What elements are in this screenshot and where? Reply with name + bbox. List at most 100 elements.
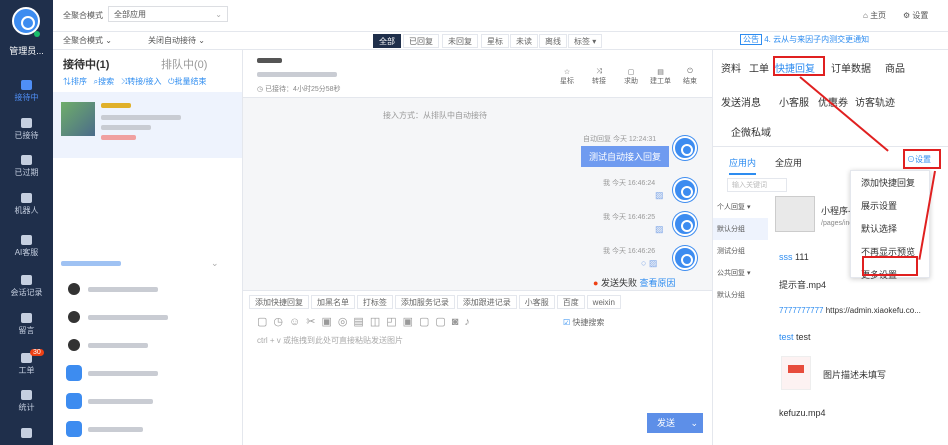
group-public[interactable]: 公共回复 ▾ <box>713 262 768 284</box>
session-avatar <box>61 102 95 136</box>
rail-item-more[interactable] <box>0 428 53 440</box>
group-default[interactable]: 默认分组 <box>713 218 768 240</box>
list-item[interactable] <box>53 275 242 303</box>
star-button[interactable]: ☆ 星标 <box>560 68 574 86</box>
rail-item-ai[interactable]: AI客服 <box>0 235 53 258</box>
composer-tools[interactable]: ▢◷☺✂▣◎▤◫◰▣▢▢◙♪ <box>257 315 476 328</box>
transfer-button[interactable]: ⤨转接/接入 <box>121 77 162 86</box>
list-item[interactable] <box>53 303 242 331</box>
reply-item[interactable]: sss 111 <box>779 252 809 262</box>
rail-item-ticket[interactable]: 工单 30 <box>0 349 53 376</box>
search-button[interactable]: ⌕搜索 <box>94 77 114 86</box>
search-input[interactable]: 输入关键词 <box>727 178 787 192</box>
list-actions: ⇅排序 ⌕搜索 ⤨转接/接入 ⏻批量结束 <box>63 76 206 87</box>
auto-receive-select[interactable]: 关闭自动接待 ⌄ <box>148 33 205 49</box>
chevron-down-icon: ⌄ <box>215 10 222 19</box>
more-icon <box>21 428 32 438</box>
group-header[interactable]: ⌄ <box>61 258 219 268</box>
composer-toolbar: 添加快捷回复 加黑名单 打标签 添加服务记录 添加跟进记录 小客服 百度 wei… <box>249 295 621 309</box>
filter-offline[interactable]: 离线 <box>539 34 567 48</box>
add-quick-reply-button[interactable]: 添加快捷回复 <box>249 295 309 309</box>
mode-select[interactable]: 全聚合模式 ⌄ <box>63 33 112 49</box>
rail-item-records[interactable]: 会话记录 <box>0 275 53 298</box>
group-personal[interactable]: 个人回复 ▾ <box>713 196 768 218</box>
rail-item-received[interactable]: 已接待 <box>0 118 53 141</box>
sort-button[interactable]: ⇅排序 <box>63 77 87 86</box>
chevron-down-icon: ⌄ <box>690 418 698 428</box>
app-select[interactable]: 全部应用 ⌄ <box>108 6 228 22</box>
top-bar: 全聚合模式 全部应用 ⌄ ⌂ 主页 ⚙ 设置 <box>53 0 948 32</box>
group-default-public[interactable]: 默认分组 <box>713 284 768 306</box>
rail-item-robot[interactable]: 机器人 <box>0 193 53 216</box>
tab-receiving[interactable]: 接待中(1) <box>63 56 109 72</box>
chat-header: ◷ 已接待：4小时25分58秒 ☆ 星标 ⤨ 转接 ▢ 求助 ▤ 建工单 ⏻ 结束 <box>243 50 712 98</box>
filter-starred[interactable]: 星标 <box>481 34 509 48</box>
tag-button[interactable]: 打标签 <box>356 295 393 309</box>
image-icon[interactable]: ▨ <box>655 190 664 201</box>
followup-record-button[interactable]: 添加跟进记录 <box>456 295 517 309</box>
reply-item[interactable]: 图片描述未填写 <box>823 368 886 381</box>
message-input[interactable]: ctrl + v 或拖拽到此处可直接粘贴发送图片 <box>257 335 403 346</box>
subtab-in-app[interactable]: 应用内 <box>729 156 757 175</box>
home-link[interactable]: ⌂ 主页 <box>863 8 886 24</box>
username[interactable]: 管理员... <box>0 44 53 57</box>
session-list-panel: 接待中(1) 排队中(0) ⇅排序 ⌕搜索 ⤨转接/接入 ⏻批量结束 ⌄ <box>53 50 243 445</box>
quick-search-checkbox[interactable]: ☑ 快捷搜索 <box>563 317 604 328</box>
settings-link[interactable]: ⚙ 设置 <box>903 8 928 24</box>
system-message: 接入方式：从排队中自动接待 <box>383 111 487 120</box>
list-item[interactable] <box>53 359 242 387</box>
batch-end-button[interactable]: ⏻批量结束 <box>168 77 206 86</box>
tab-ticket[interactable]: 工单 <box>749 60 769 75</box>
blacklist-button[interactable]: 加黑名单 <box>310 295 355 309</box>
create-ticket-button[interactable]: ▤ 建工单 <box>650 68 671 86</box>
tab-profile[interactable]: 资料 <box>721 60 741 75</box>
rail-item-receiving[interactable]: 接待中 <box>0 80 53 103</box>
tab-mini-service[interactable]: 小客服 <box>779 94 809 109</box>
list-item[interactable] <box>53 415 242 443</box>
help-button[interactable]: ▢ 求助 <box>624 68 638 86</box>
filter-unread[interactable]: 未读 <box>510 34 538 48</box>
reply-item[interactable]: 提示音.mp4 <box>779 278 826 291</box>
menu-item-add-quick-reply[interactable]: 添加快捷回复 <box>851 171 929 194</box>
tab-order[interactable]: 订单数据 <box>831 60 871 75</box>
highlight-more-settings <box>862 256 918 276</box>
filter-tags[interactable]: 标签 ▾ <box>568 34 603 48</box>
tab-queue[interactable]: 排队中(0) <box>161 56 207 72</box>
image-icon[interactable]: ▨ <box>655 224 664 235</box>
filter-all[interactable]: 全部 <box>373 34 401 48</box>
menu-item-default-select[interactable]: 默认选择 <box>851 217 929 240</box>
reply-item[interactable]: kefuzu.mp4 <box>779 408 826 418</box>
rail-item-stats[interactable]: 统计 <box>0 390 53 413</box>
active-session-item[interactable] <box>53 92 242 158</box>
group-test[interactable]: 测试分组 <box>713 240 768 262</box>
tab-send-message[interactable]: 发送消息 <box>721 94 761 109</box>
ai-icon <box>21 235 32 245</box>
rail-item-messages[interactable]: 留言 <box>0 313 53 336</box>
chat-icon <box>21 80 32 90</box>
mini-service-button[interactable]: 小客服 <box>518 295 555 309</box>
list-item[interactable] <box>53 387 242 415</box>
notice-tag: 公告 <box>740 34 762 45</box>
rail-item-expired[interactable]: 已过期 <box>0 155 53 178</box>
menu-item-display-settings[interactable]: 展示设置 <box>851 194 929 217</box>
tab-wecom[interactable]: 企微私域 <box>731 124 771 139</box>
send-fail-status: ● 发送失败 查看原因 <box>593 278 676 288</box>
service-record-button[interactable]: 添加服务记录 <box>394 295 455 309</box>
session-timer: ◷ 已接待：4小时25分58秒 <box>257 86 341 93</box>
view-reason-link[interactable]: 查看原因 <box>639 278 675 288</box>
notice-bar[interactable]: 公告 4. 云从与来因子内测交更通知 <box>740 34 869 45</box>
tab-visitor-track[interactable]: 访客轨迹 <box>855 94 895 109</box>
reply-item[interactable]: 7777777777 https://admin.xiaokefu.co... <box>779 306 921 315</box>
list-item[interactable] <box>53 331 242 359</box>
send-button[interactable]: 发送 ⌄ <box>647 413 703 433</box>
filter-replied[interactable]: 已回复 <box>403 34 439 48</box>
tab-product[interactable]: 商品 <box>885 60 905 75</box>
baidu-button[interactable]: 百度 <box>556 295 585 309</box>
end-button[interactable]: ⏻ 结束 <box>683 68 697 86</box>
weixin-button[interactable]: weixin <box>586 295 621 309</box>
filter-unreplied[interactable]: 未回复 <box>442 34 478 48</box>
transfer-button[interactable]: ⤨ 转接 <box>592 68 606 86</box>
reply-item[interactable]: test test <box>779 332 811 342</box>
clock-icon <box>21 155 32 165</box>
subtab-all-app[interactable]: 全应用 <box>775 156 802 169</box>
